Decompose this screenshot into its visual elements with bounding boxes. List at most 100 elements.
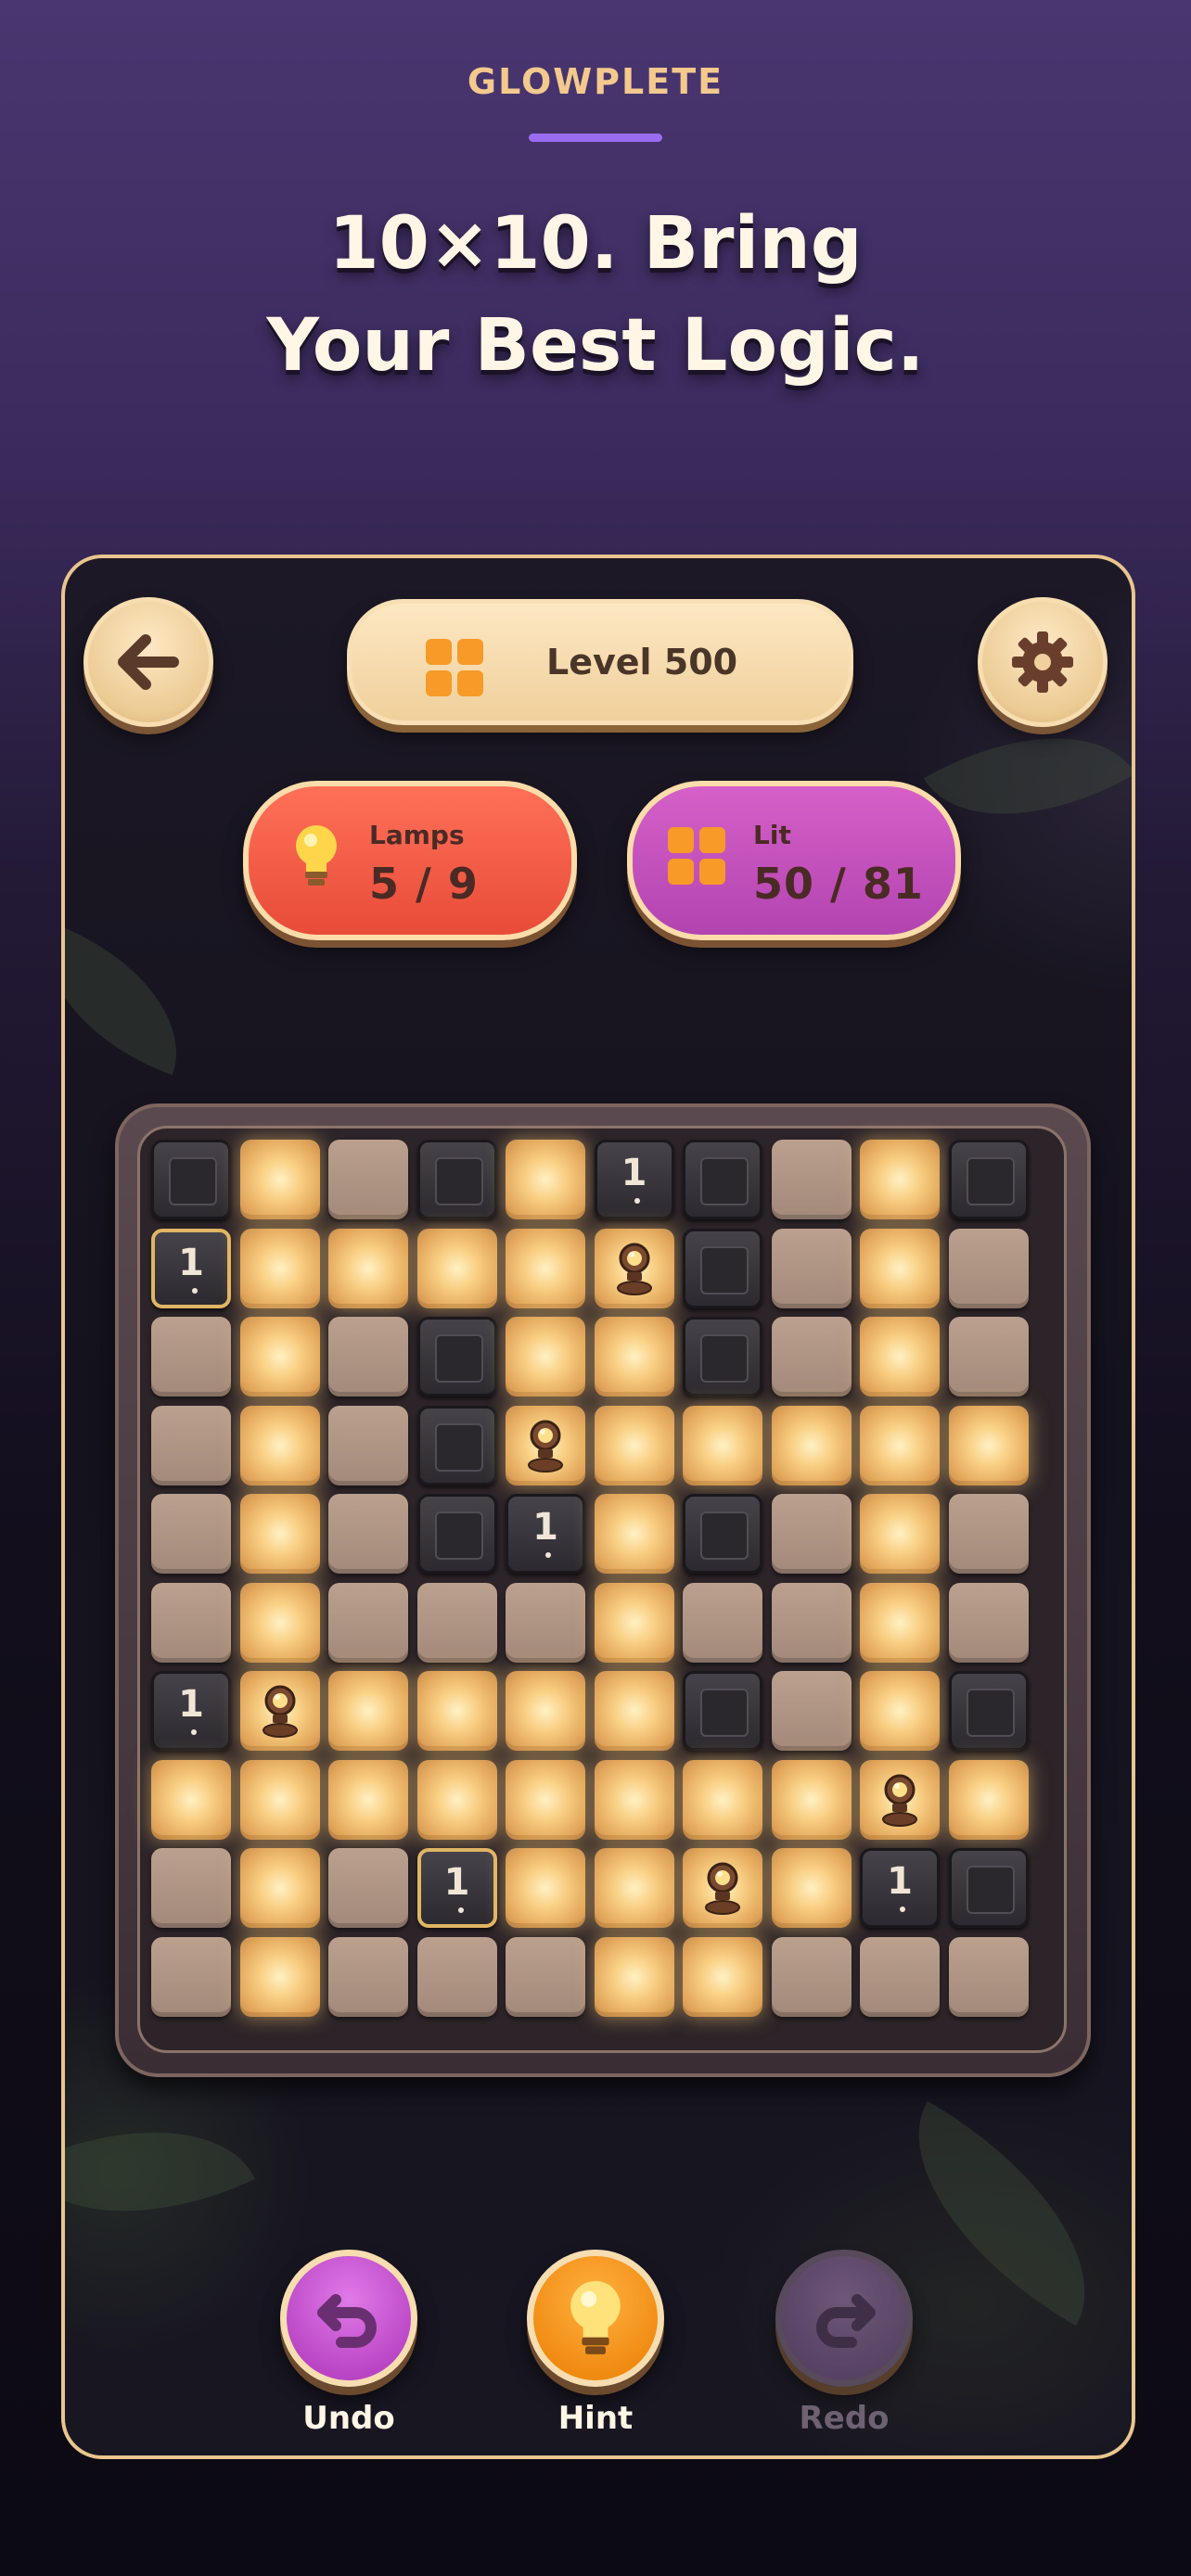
unlit-cell[interactable] [151,1317,231,1396]
unlit-cell[interactable] [948,1936,1029,2017]
unlit-cell[interactable] [506,1936,585,2017]
lit-cell[interactable] [151,1759,231,1840]
lit-cell[interactable] [860,1671,940,1751]
lit-cell[interactable] [860,1140,940,1219]
lit-cell[interactable] [948,1759,1029,1840]
unlit-cell[interactable] [506,1582,585,1663]
lit-cell[interactable] [594,1671,674,1751]
lit-cell[interactable] [683,1936,762,2017]
lit-cell[interactable] [860,1405,940,1486]
unlit-cell[interactable] [860,1936,940,2017]
undo-button[interactable] [280,2250,417,2387]
unlit-cell[interactable] [771,1671,852,1751]
unlit-cell[interactable] [328,1582,408,1663]
headline-line-2: Your Best Logic. [266,304,925,388]
unlit-cell[interactable] [948,1228,1029,1308]
lit-cell[interactable] [239,1317,320,1396]
unlit-cell[interactable] [328,1494,408,1574]
unlit-cell[interactable] [328,1848,408,1928]
settings-button[interactable] [978,597,1108,727]
lit-cell[interactable] [506,1317,585,1396]
unlit-cell[interactable] [948,1317,1029,1396]
lamp-cell[interactable] [860,1759,940,1840]
unlit-cell[interactable] [771,1936,852,2017]
lit-cell[interactable] [328,1228,408,1308]
redo-button[interactable] [775,2250,913,2387]
lit-cell[interactable] [239,1405,320,1486]
unlit-cell[interactable] [771,1317,852,1396]
unlit-cell[interactable] [416,1582,497,1663]
lit-cell[interactable] [594,1759,674,1840]
unlit-cell[interactable] [416,1936,497,2017]
unlit-cell[interactable] [771,1140,852,1219]
unlit-cell[interactable] [771,1582,852,1663]
lamp-cell[interactable] [683,1848,762,1928]
lit-cell[interactable] [594,1405,674,1486]
lit-cell[interactable] [239,1228,320,1308]
unlit-cell[interactable] [771,1494,852,1574]
lamp-cell[interactable] [506,1405,585,1486]
lit-cell[interactable] [683,1759,762,1840]
lit-cell[interactable] [948,1405,1029,1486]
unlit-cell[interactable] [948,1582,1029,1663]
leaf-decoration [65,2078,256,2265]
unlit-cell[interactable] [948,1494,1029,1574]
lit-cell[interactable] [683,1405,762,1486]
lit-cell[interactable] [506,1848,585,1928]
lit-cell[interactable] [239,1494,320,1574]
lit-cell[interactable] [328,1759,408,1840]
lit-cell[interactable] [239,1759,320,1840]
lit-cell[interactable] [416,1228,497,1308]
lit-cell[interactable] [594,1317,674,1396]
lit-cell[interactable] [860,1582,940,1663]
lit-cell[interactable] [771,1759,852,1840]
lit-cell[interactable] [506,1671,585,1751]
lamp-cell[interactable] [239,1671,320,1751]
unlit-cell[interactable] [151,1936,231,2017]
lit-cell[interactable] [771,1405,852,1486]
lit-cell[interactable] [594,1494,674,1574]
lit-cell[interactable] [860,1494,940,1574]
unlit-cell[interactable] [151,1582,231,1663]
clue-number: 1 [532,1506,558,1549]
hint-button[interactable] [527,2250,664,2387]
level-grid-icon [426,639,483,696]
lit-cell[interactable] [239,1936,320,2017]
lit-cell[interactable] [506,1759,585,1840]
lit-cell[interactable] [771,1848,852,1928]
lit-cell[interactable] [860,1317,940,1396]
unlit-cell[interactable] [151,1848,231,1928]
lit-cell[interactable] [239,1848,320,1928]
lit-cell[interactable] [416,1671,497,1751]
unlit-cell[interactable] [328,1317,408,1396]
unlit-cell[interactable] [771,1228,852,1308]
unlit-cell[interactable] [328,1140,408,1219]
clue-number: 1 [443,1861,470,1904]
lit-cell[interactable] [594,1936,674,2017]
lamp-cell[interactable] [594,1228,674,1308]
lit-cell[interactable] [594,1848,674,1928]
back-button[interactable] [83,597,213,727]
unlit-cell[interactable] [151,1494,231,1574]
lit-cell[interactable] [239,1582,320,1663]
unlit-cell[interactable] [328,1405,408,1486]
lit-label: Lit [753,820,791,850]
unlit-cell[interactable] [151,1405,231,1486]
lamp-icon [262,1685,298,1738]
lit-cell[interactable] [328,1671,408,1751]
lit-cell[interactable] [506,1140,585,1219]
lit-cell[interactable] [860,1228,940,1308]
lit-cell[interactable] [594,1582,674,1663]
unlit-cell[interactable] [328,1936,408,2017]
lamps-label: Lamps [369,820,465,850]
lit-value: 50 / 81 [753,859,924,909]
lit-cell[interactable] [416,1759,497,1840]
lamps-value: 5 / 9 [369,859,479,909]
lit-cell[interactable] [239,1140,320,1219]
black-cell [416,1494,497,1574]
unlit-cell[interactable] [683,1582,762,1663]
lit-cell[interactable] [506,1228,585,1308]
clue-cell: 1 [860,1848,940,1928]
level-pill: Level 500 [347,599,853,725]
clue-cell: 1 [594,1140,674,1219]
